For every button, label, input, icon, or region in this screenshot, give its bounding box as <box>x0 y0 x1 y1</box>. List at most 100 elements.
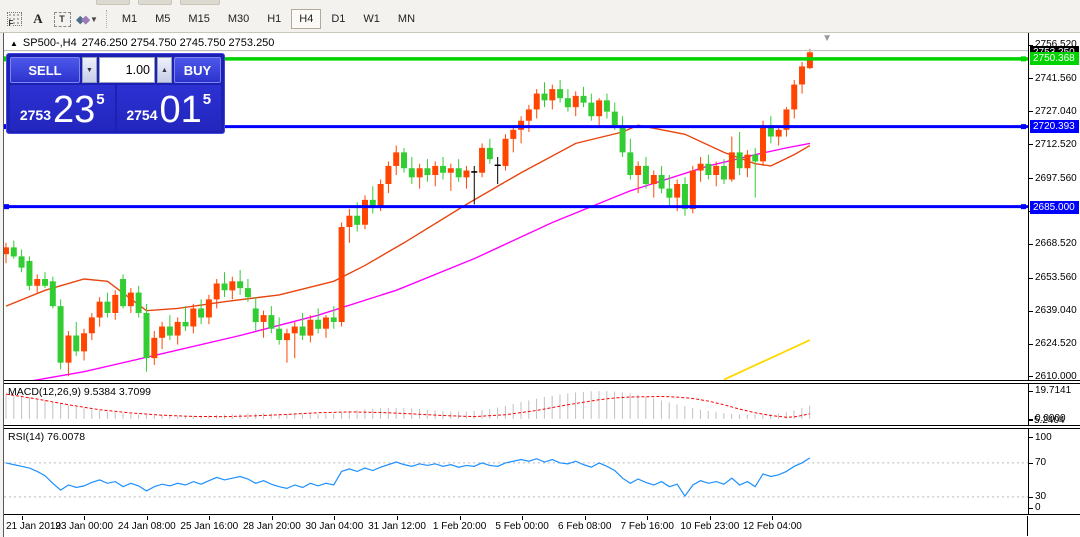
time-tick-label: 1 Feb 20:00 <box>433 521 486 532</box>
timeframe-button-m30[interactable]: M30 <box>220 9 257 29</box>
time-tick-label: 5 Feb 00:00 <box>495 521 548 532</box>
time-tick <box>772 516 773 520</box>
candle-body <box>354 216 360 225</box>
horizontal-line-2685-handle[interactable] <box>4 204 9 209</box>
candle-body <box>307 320 313 336</box>
candle-body <box>620 125 626 152</box>
price-tick-label: 2624.520 <box>1035 338 1077 349</box>
candle-body <box>362 200 368 225</box>
candle-body <box>276 329 282 340</box>
candle-body <box>175 322 181 336</box>
timeframe-button-m5[interactable]: M5 <box>147 9 178 29</box>
rsi-axis[interactable]: 10070300 <box>1028 429 1080 514</box>
macd-tick <box>1029 391 1033 392</box>
candle-body <box>222 284 228 291</box>
candle-body <box>635 166 641 175</box>
candle-body <box>346 216 352 227</box>
horizontal-line-2685-handle[interactable] <box>1021 204 1026 209</box>
timeframe-button-w1[interactable]: W1 <box>355 9 388 29</box>
timeframe-button-mn[interactable]: MN <box>390 9 423 29</box>
sell-button[interactable]: SELL <box>10 57 80 83</box>
candle-body <box>151 338 157 358</box>
candle-body <box>456 168 462 177</box>
timeframe-button-h1[interactable]: H1 <box>259 9 289 29</box>
time-tick <box>522 516 523 520</box>
candle-body <box>323 317 329 328</box>
candle-body <box>105 302 111 313</box>
shapes-tool-button[interactable]: ◆◆ ▼ <box>75 9 99 30</box>
macd-plot-area[interactable]: MACD(12,26,9) 9.5384 3.7099 <box>4 384 1028 425</box>
price-badge: 2685.000 <box>1030 201 1079 214</box>
candle-body <box>440 166 446 173</box>
buy-price-display[interactable]: 2754 01 5 <box>117 85 222 131</box>
fast-ma-line <box>6 125 810 310</box>
sell-price-display[interactable]: 2753 23 5 <box>10 85 115 131</box>
timeframe-button-h4[interactable]: H4 <box>291 9 321 29</box>
candle-body <box>659 175 665 189</box>
buy-price-prefix: 2754 <box>126 107 157 123</box>
chrome-stub <box>138 0 172 5</box>
time-tick <box>272 516 273 520</box>
candle-body <box>144 313 150 358</box>
candle-body <box>26 261 32 286</box>
candle-body <box>776 130 782 137</box>
candle-body <box>542 94 548 101</box>
horizontal-line-2720-handle[interactable] <box>1021 124 1026 129</box>
candle-body <box>292 327 298 334</box>
price-tick-label: 2668.520 <box>1035 238 1077 249</box>
price-axis[interactable]: 2756.5202741.5602727.0402712.5202697.560… <box>1028 33 1080 380</box>
price-tick-label: 2712.520 <box>1035 139 1077 150</box>
price-plot-area[interactable]: ▲ SP500-,H4 2746.250 2754.750 2745.750 2… <box>4 33 1028 380</box>
candle-body <box>713 166 719 175</box>
text-box-tool-button[interactable]: T <box>51 9 73 30</box>
price-tick <box>1029 178 1033 179</box>
macd-pane: MACD(12,26,9) 9.5384 3.7099 19.71410.000… <box>4 384 1080 426</box>
timeframe-button-m1[interactable]: M1 <box>114 9 145 29</box>
macd-axis[interactable]: 19.71410.00005.2404 <box>1028 384 1080 425</box>
candle-body <box>198 308 204 317</box>
timeframe-button-d1[interactable]: D1 <box>323 9 353 29</box>
buy-button[interactable]: BUY <box>174 57 221 83</box>
price-tick-label: 2610.000 <box>1035 371 1077 382</box>
candle-body <box>588 103 594 117</box>
price-tick <box>1029 376 1033 377</box>
price-tick <box>1029 144 1033 145</box>
price-badge: 2750.368 <box>1030 52 1079 65</box>
volume-input[interactable]: 1.00 <box>99 57 155 83</box>
time-tick-label: 25 Jan 16:00 <box>180 521 238 532</box>
volume-increase-button[interactable]: ▲ <box>157 57 172 83</box>
candle-body <box>737 152 743 168</box>
time-tick-label: 6 Feb 08:00 <box>558 521 611 532</box>
time-tick <box>84 516 85 520</box>
candle-body <box>112 295 118 313</box>
price-tick <box>1029 78 1033 79</box>
candle-body <box>136 293 142 313</box>
font-tool-button[interactable]: A <box>27 9 49 30</box>
candle-body <box>378 184 384 207</box>
indicator-grid-tool-button[interactable]: F <box>3 9 25 30</box>
candle-body <box>581 96 587 103</box>
candle-body <box>573 96 579 107</box>
text-box-icon: T <box>54 12 71 27</box>
toolbar-separator <box>106 10 107 28</box>
horizontal-line-2750-handle[interactable] <box>1021 56 1026 61</box>
sell-price-main: 23 <box>53 92 95 128</box>
candle-body <box>214 284 220 300</box>
timeframe-button-m15[interactable]: M15 <box>180 9 217 29</box>
rsi-tick-label: 30 <box>1035 491 1046 502</box>
candle-body <box>643 166 649 184</box>
window-chrome-strip <box>0 0 1080 6</box>
time-axis[interactable]: 21 Jan 201923 Jan 00:0024 Jan 08:0025 Ja… <box>4 516 1080 536</box>
rsi-plot-area[interactable]: RSI(14) 76.0078 <box>4 429 1028 514</box>
time-tick <box>334 516 335 520</box>
time-tick <box>397 516 398 520</box>
chart-shift-marker-icon[interactable]: ▼ <box>822 33 832 44</box>
chart-window: ▲ SP500-,H4 2746.250 2754.750 2745.750 2… <box>3 33 1080 537</box>
candle-body <box>401 152 407 168</box>
candle-body <box>463 171 469 178</box>
buy-price-pip: 5 <box>203 91 211 108</box>
candle-body <box>448 168 454 172</box>
volume-decrease-button[interactable]: ▼ <box>82 57 97 83</box>
candle-body <box>331 317 337 321</box>
candle-body <box>385 166 391 184</box>
